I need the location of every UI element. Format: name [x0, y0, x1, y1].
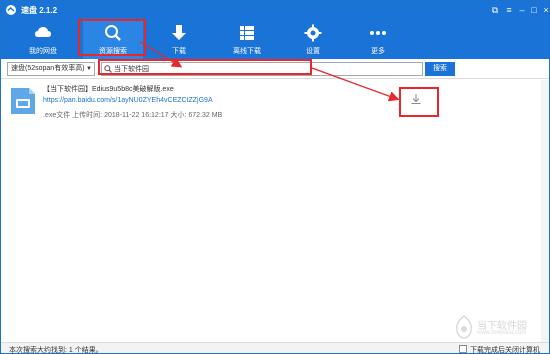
result-meta: .exe文件 上传时间: 2018-11-22 16:12:17 大小: 672…: [43, 112, 223, 119]
maximize-icon[interactable]: □: [528, 4, 540, 16]
grid-list-icon: [240, 26, 254, 40]
minimize-icon[interactable]: –: [516, 4, 528, 16]
tab-more-label: 更多: [371, 48, 385, 55]
toolbar: 我的网盘 资源搜索 下载 离线下载 设置 更多: [1, 19, 549, 59]
search-input-icon: [104, 65, 112, 73]
shutdown-checkbox[interactable]: [459, 345, 467, 353]
chevron-down-icon: ▼: [86, 66, 92, 72]
source-select[interactable]: 速盘(52sopan有效率高) ▼: [7, 62, 95, 76]
source-select-value: 速盘(52sopan有效率高): [11, 65, 85, 72]
tab-more[interactable]: 更多: [353, 19, 403, 59]
tab-resource-search[interactable]: 资源搜索: [83, 19, 143, 59]
watermark-icon: [455, 315, 473, 339]
tab-settings-label: 设置: [306, 48, 320, 55]
status-text: 本次搜索大约找到: 1 个结果。: [9, 347, 103, 354]
title-bar: 速盘 2.1.2 ⧉ ≡ – □ ×: [1, 1, 549, 19]
close-icon[interactable]: ×: [540, 4, 549, 16]
results-list: 【当下软件园】Edius9u5b8c美破解版.exe https://pan.b…: [1, 80, 549, 342]
tab-download-label: 下载: [172, 48, 186, 55]
app-window: 速盘 2.1.2 ⧉ ≡ – □ × 我的网盘 资源搜索 下载 离线下载 设置 …: [0, 0, 550, 354]
download-icon[interactable]: [409, 92, 423, 106]
tab-resource-search-label: 资源搜索: [99, 48, 127, 55]
more-icon: [370, 31, 386, 35]
scrollbar[interactable]: [541, 80, 549, 342]
tab-offline-download-label: 离线下载: [233, 48, 261, 55]
shutdown-label: 下载完成后关闭计算机: [470, 347, 540, 354]
search-icon: [105, 25, 121, 41]
watermark-logo: 当下软件园 www.downxia.com: [453, 315, 543, 341]
cloud-icon: [35, 27, 51, 37]
tab-settings[interactable]: 设置: [288, 19, 338, 59]
tab-my-disk[interactable]: 我的网盘: [18, 19, 68, 59]
app-logo-icon: [6, 5, 16, 15]
search-button[interactable]: 搜索: [425, 62, 455, 76]
search-bar: 速盘(52sopan有效率高) ▼ 搜索: [1, 59, 549, 79]
settings-icon[interactable]: ≡: [503, 4, 515, 16]
exe-file-icon: [11, 88, 35, 114]
tab-offline-download[interactable]: 离线下载: [219, 19, 275, 59]
result-url[interactable]: https://pan.baidu.com/s/1ayNU0ZYEh4vCEZC…: [43, 97, 213, 104]
restore-icon[interactable]: ⧉: [489, 4, 501, 16]
result-name[interactable]: 【当下软件园】Edius9u5b8c美破解版.exe: [43, 84, 174, 94]
window-title: 速盘 2.1.2: [21, 6, 58, 15]
search-input[interactable]: [101, 62, 423, 76]
watermark-subtext: www.downxia.com: [477, 330, 527, 336]
list-item[interactable]: 【当下软件园】Edius9u5b8c美破解版.exe https://pan.b…: [1, 80, 549, 124]
status-bar: 本次搜索大约找到: 1 个结果。 下载完成后关闭计算机: [1, 342, 549, 354]
tab-download[interactable]: 下载: [154, 19, 204, 59]
tab-my-disk-label: 我的网盘: [29, 48, 57, 55]
gear-icon: [304, 24, 322, 42]
download-icon: [172, 25, 186, 40]
